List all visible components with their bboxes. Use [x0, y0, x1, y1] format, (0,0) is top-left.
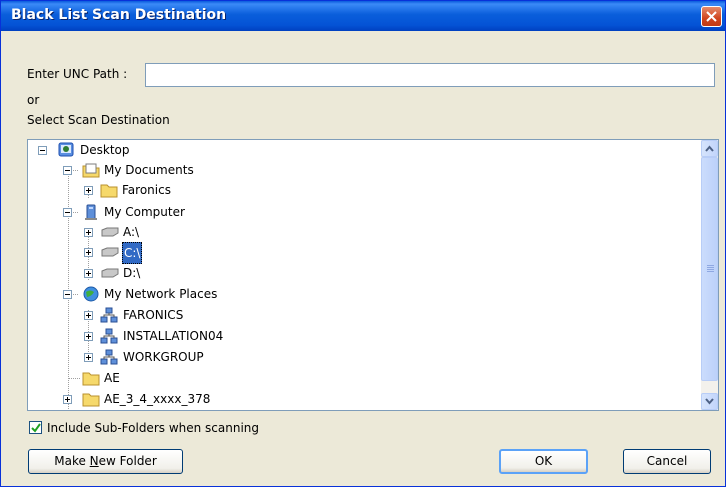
grip-line	[707, 265, 714, 266]
expand-icon[interactable]	[84, 353, 93, 362]
tree-item-net-installation[interactable]: INSTALLATION04	[28, 326, 328, 346]
collapse-icon[interactable]	[63, 208, 72, 217]
drive-icon	[101, 247, 119, 257]
tree-line	[68, 378, 80, 379]
workgroup-icon	[100, 328, 118, 344]
tree-item-folder-ae-build[interactable]: AE_3_4_xxxx_378	[28, 389, 328, 409]
window-title: Black List Scan Destination	[11, 7, 227, 23]
include-subfolders-label: Include Sub-Folders when scanning	[47, 421, 260, 435]
tree-label: Faronics	[122, 183, 171, 197]
tree-item-network-places[interactable]: My Network Places	[28, 284, 328, 304]
grip-line	[707, 267, 714, 268]
expand-icon[interactable]	[84, 332, 93, 341]
tree-item-net-faronics[interactable]: FARONICS	[28, 305, 328, 325]
ok-label: OK	[534, 454, 553, 468]
close-icon	[706, 11, 717, 22]
ok-button[interactable]: OK	[499, 449, 588, 474]
unc-path-input[interactable]	[145, 63, 715, 87]
close-button[interactable]	[701, 6, 722, 27]
collapse-icon[interactable]	[63, 166, 72, 175]
vertical-scrollbar[interactable]	[701, 140, 718, 410]
grip-line	[707, 271, 714, 272]
tree-label: My Network Places	[104, 287, 218, 301]
expand-icon[interactable]	[84, 186, 93, 195]
collapse-icon[interactable]	[38, 146, 47, 155]
scroll-down-icon	[705, 398, 714, 405]
scroll-up-icon	[705, 145, 714, 152]
dialog-window: Black List Scan Destination Enter UNC Pa…	[0, 0, 726, 487]
tree-item-net-workgroup[interactable]: WORKGROUP	[28, 347, 328, 367]
folder-tree[interactable]: Desktop My Documents Faronics My Compute…	[27, 139, 719, 411]
select-destination-label: Select Scan Destination	[27, 113, 170, 127]
folder-icon	[100, 184, 118, 198]
tree-item-my-documents[interactable]: My Documents	[28, 160, 328, 180]
tree-label: INSTALLATION04	[123, 329, 224, 343]
tree-label: AE_3_4_xxxx_378	[104, 392, 211, 406]
tree-item-desktop[interactable]: Desktop	[28, 140, 328, 160]
drive-icon	[101, 227, 119, 237]
expand-icon[interactable]	[84, 228, 93, 237]
tree-item-folder-ae[interactable]: AE	[28, 368, 328, 388]
expand-icon[interactable]	[84, 248, 93, 257]
cancel-label: Cancel	[646, 454, 688, 468]
tree-item-drive-d[interactable]: D:\	[28, 263, 328, 283]
documents-icon	[82, 163, 100, 178]
checkmark-icon	[31, 423, 41, 433]
expand-icon[interactable]	[84, 269, 93, 278]
workgroup-icon	[100, 307, 118, 323]
tree-label: My Documents	[104, 163, 194, 177]
or-label: or	[27, 93, 40, 107]
tree-item-drive-c[interactable]: C:\	[28, 242, 328, 264]
include-subfolders-checkbox[interactable]	[29, 421, 42, 434]
tree-label: AE	[104, 371, 120, 385]
tree-label: WORKGROUP	[123, 350, 204, 364]
tree-label: My Computer	[104, 205, 185, 219]
tree-label: A:\	[123, 225, 140, 239]
collapse-icon[interactable]	[63, 290, 72, 299]
tree-label: D:\	[123, 266, 141, 280]
workgroup-icon	[100, 349, 118, 365]
cancel-button[interactable]: Cancel	[623, 449, 711, 474]
unc-path-label: Enter UNC Path :	[27, 67, 128, 81]
desktop-icon	[58, 142, 74, 157]
tree-label-selected: C:\	[122, 242, 143, 264]
button-label-mnemonic: N	[89, 454, 99, 468]
tree-label: Desktop	[80, 143, 130, 157]
computer-icon	[85, 204, 97, 220]
network-icon	[83, 286, 99, 302]
scroll-up-button[interactable]	[701, 140, 718, 157]
title-bar[interactable]: Black List Scan Destination	[1, 1, 725, 31]
scroll-down-button[interactable]	[701, 393, 718, 410]
expand-icon[interactable]	[84, 311, 93, 320]
tree-item-faronics-folder[interactable]: Faronics	[28, 180, 328, 200]
tree-item-my-computer[interactable]: My Computer	[28, 202, 328, 222]
expand-icon[interactable]	[63, 395, 72, 404]
folder-icon	[82, 393, 100, 407]
grip-line	[707, 269, 714, 270]
make-new-folder-button[interactable]: Make New Folder	[28, 449, 183, 474]
button-label: ew Folder	[98, 454, 157, 468]
drive-icon	[101, 268, 119, 278]
tree-label: FARONICS	[123, 308, 184, 322]
scroll-thumb[interactable]	[701, 157, 718, 381]
folder-icon	[82, 372, 100, 386]
button-label: Make	[54, 454, 90, 468]
tree-item-drive-a[interactable]: A:\	[28, 222, 328, 242]
